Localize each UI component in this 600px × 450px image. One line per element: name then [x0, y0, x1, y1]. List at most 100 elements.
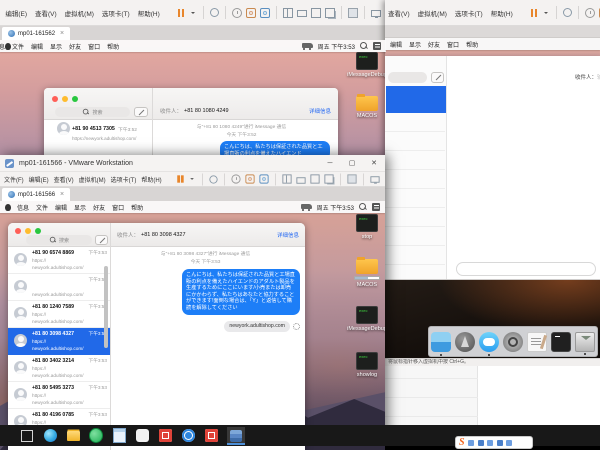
desktop-icon[interactable]: exec iMessageDebug — [349, 52, 385, 78]
edge-icon[interactable] — [43, 429, 57, 443]
vmware-window-right[interactable]: 查看(V)虚拟机(M)选项卡(T)帮助(H) 编辑显示好友窗口帮助 — [385, 0, 600, 366]
minimize-button[interactable] — [62, 96, 68, 102]
desktop-icon[interactable]: exec stop — [349, 214, 385, 240]
macos-menu-item[interactable]: 窗口 — [447, 40, 459, 49]
installer-icon[interactable] — [575, 332, 595, 352]
console-preview-icon[interactable] — [347, 174, 356, 183]
menu-bar-clock[interactable]: 周五 下午3:53 — [317, 203, 354, 212]
sogou-tool-5[interactable] — [506, 440, 512, 446]
vmware-menu-item[interactable]: 帮助(H) — [138, 8, 160, 18]
revert-snapshot-icon[interactable] — [231, 174, 240, 183]
macos-menu-item[interactable]: 信息 — [17, 203, 29, 212]
messages-window-front[interactable]: 搜索 收件人： +81 80 3098 4327 详细信息 +81 90 657… — [8, 223, 305, 450]
background-window[interactable] — [385, 366, 600, 427]
revert-snapshot-icon[interactable] — [232, 8, 242, 18]
minimize-button[interactable] — [25, 228, 31, 234]
sogou-tool-2[interactable] — [478, 440, 484, 446]
fullscreen-icon[interactable] — [310, 174, 319, 183]
vmware-menu-item[interactable]: 虚拟机(M) — [79, 175, 106, 184]
suspend-button[interactable] — [529, 8, 539, 18]
vmware-menu-item[interactable]: 查看(V) — [388, 8, 410, 18]
fullscreen-icon[interactable] — [311, 8, 321, 18]
vmware-menu-item[interactable]: 帮助(H) — [141, 175, 161, 184]
list-item[interactable]: +81 80 9322 9191 下午3:53 https:// newyork… — [8, 274, 110, 301]
maximize-button[interactable]: ▢ — [341, 155, 363, 172]
suspend-caret-icon[interactable] — [189, 174, 195, 183]
take-snapshot-icon[interactable] — [245, 174, 254, 183]
apple-icon[interactable] — [5, 204, 11, 211]
desktop-icon[interactable]: exec showlog — [349, 352, 385, 378]
app-icon-document[interactable] — [112, 429, 126, 443]
macos-menu-item[interactable]: 好友 — [93, 203, 105, 212]
search-input[interactable] — [388, 72, 427, 83]
macos-menu-item[interactable]: 编辑 — [55, 203, 67, 212]
sogou-tool-3[interactable] — [487, 440, 493, 446]
app-icon-blue-circle[interactable] — [181, 429, 195, 443]
input-method-icon[interactable] — [373, 42, 381, 50]
macos-menu-item[interactable]: 窗口 — [112, 203, 124, 212]
search-input[interactable]: 搜索 — [26, 235, 92, 245]
app-icon-red[interactable] — [158, 429, 172, 443]
vmware-menu-item[interactable]: 编辑(E) — [5, 8, 27, 18]
stretch-caret-icon[interactable] — [384, 174, 385, 183]
input-method-icon[interactable] — [372, 203, 380, 211]
macos-menu-item[interactable]: 帮助 — [131, 203, 143, 212]
message-input[interactable] — [456, 262, 596, 276]
macos-menu-item[interactable]: 好友 — [428, 40, 440, 49]
suspend-caret-icon[interactable] — [190, 8, 197, 18]
macos-menu-item[interactable]: 显示 — [74, 203, 86, 212]
compose-button[interactable] — [431, 72, 444, 83]
menu-bar-clock[interactable]: 周五 下午3:53 — [318, 42, 355, 51]
macos-menu-item[interactable]: 显示 — [50, 42, 62, 51]
list-item[interactable]: +81 80 3098 4327 下午3:53 https:// newyork… — [8, 328, 110, 355]
suspend-button[interactable] — [176, 8, 186, 18]
messages-icon[interactable] — [479, 332, 499, 352]
vmware-window-back[interactable]: 文件(F)编辑(E)查看(V)虚拟机(M)选项卡(T)帮助(H) mp01-16… — [0, 0, 386, 158]
list-item[interactable]: +81 90 6574 8869 下午3:53 https:// newyork… — [8, 247, 110, 274]
revert-snapshot-icon[interactable] — [585, 8, 595, 18]
show-library-icon[interactable] — [282, 174, 291, 183]
task-view-icon[interactable] — [20, 429, 34, 443]
vmware-menu-item[interactable]: 选项卡(T) — [455, 8, 483, 18]
macos-menu-item[interactable]: 文件 — [12, 42, 24, 51]
console-view-icon[interactable] — [297, 10, 307, 17]
compose-button[interactable] — [134, 107, 148, 117]
desktop-icon[interactable]: exec iMessageDebug — [349, 306, 385, 332]
vm-tab-back[interactable]: mp01-161562 × — [2, 27, 70, 40]
list-item[interactable]: +81 80 5495 3273 下午3:53 https:// newyork… — [8, 382, 110, 409]
show-library-icon[interactable] — [283, 8, 293, 18]
macos-menu-item[interactable]: 信息 — [0, 42, 5, 51]
console-view-icon[interactable] — [296, 177, 305, 183]
app-icon-red-2[interactable] — [204, 429, 218, 443]
list-item[interactable]: +81 80 3402 3214 下午3:53 https:// newyork… — [8, 355, 110, 382]
vmware-menu-item[interactable]: 选项卡(T) — [111, 175, 137, 184]
scrollbar[interactable] — [104, 266, 108, 348]
vmware-menu-item[interactable]: 编辑(E) — [29, 175, 49, 184]
messages-window-back[interactable]: 搜索 收件人： +81 80 1080 4249 详细信息 +81 90 451… — [44, 88, 338, 158]
textedit-icon[interactable] — [527, 332, 547, 352]
window-title-bar[interactable]: mp01-161566 - VMware Workstation ─ ▢ ✕ — [0, 155, 385, 172]
macos-menu-item[interactable]: 编辑 — [390, 40, 402, 49]
list-item[interactable]: +81 80 1240 7589 下午3:53 https:// newyork… — [8, 301, 110, 328]
macos-menu-item[interactable]: 帮助 — [107, 42, 119, 51]
zoom-button[interactable] — [35, 228, 41, 234]
vmware-menu-item[interactable]: 文件(F) — [4, 175, 24, 184]
recipient-value[interactable]: +81 80 1080 4249 — [184, 108, 229, 114]
send-ctrl-alt-del-icon[interactable] — [563, 8, 572, 17]
launchpad-icon[interactable] — [455, 332, 475, 352]
unity-mode-icon[interactable] — [324, 174, 333, 183]
details-link[interactable]: 详细信息 — [277, 231, 299, 239]
sogou-input-bar[interactable]: S — [455, 436, 533, 449]
suspend-caret-icon[interactable] — [543, 8, 550, 18]
list-item[interactable]: +81 90 4513 7305 下午3:52 https://newyork.… — [44, 120, 152, 158]
vm-tab-front[interactable]: mp01-161566 × — [2, 188, 70, 201]
manage-snapshots-icon[interactable] — [260, 8, 270, 18]
system-preferences-icon[interactable] — [503, 332, 523, 352]
vmware-menu-item[interactable]: 虚拟机(M) — [418, 8, 447, 18]
vmware-menu-item[interactable]: 查看(V) — [54, 175, 74, 184]
sogou-logo[interactable]: S — [459, 438, 465, 448]
stretch-guest-icon[interactable] — [370, 176, 379, 182]
desktop-icon[interactable]: MACOS — [349, 96, 385, 119]
vmware-menu-item[interactable]: 查看(V) — [35, 8, 57, 18]
manage-snapshots-icon[interactable] — [259, 174, 268, 183]
